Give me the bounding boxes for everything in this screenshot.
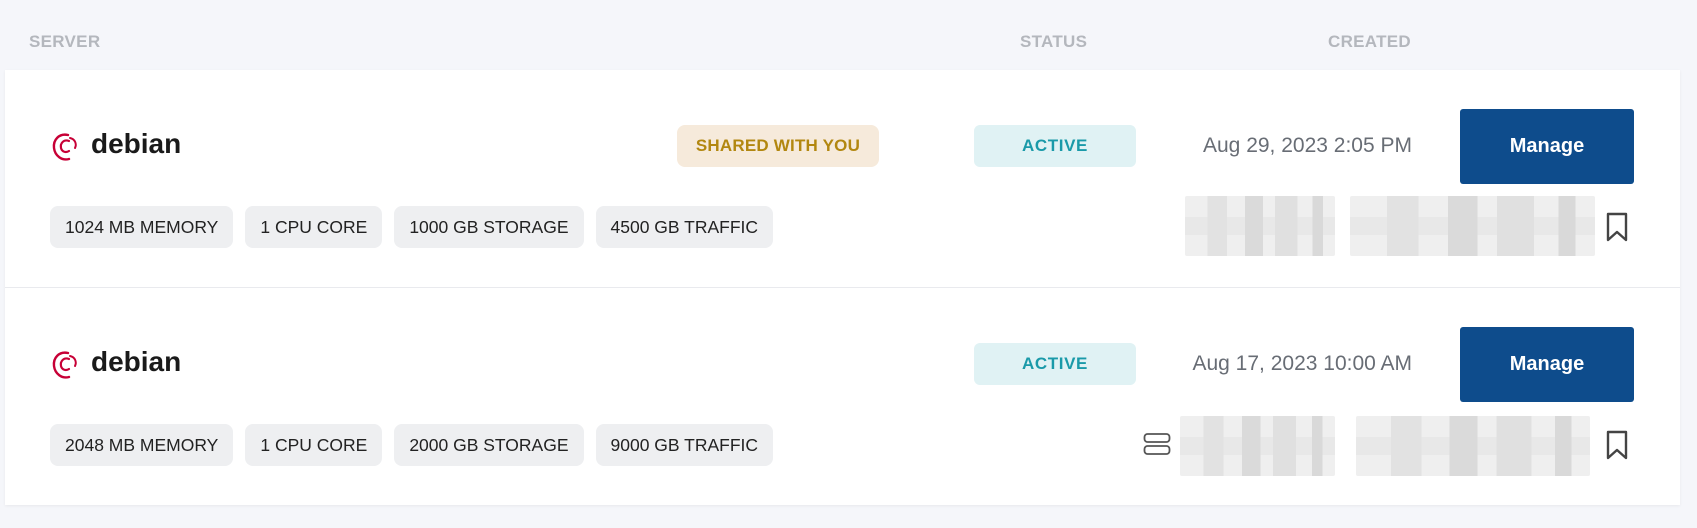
server-row: debian SHARED WITH YOU ACTIVE Aug 29, 20… (5, 70, 1680, 288)
redacted-ip-address (1180, 416, 1335, 476)
created-date: Aug 17, 2023 10:00 AM (1192, 352, 1412, 375)
spec-traffic: 9000 GB TRAFFIC (595, 424, 774, 466)
server-name[interactable]: debian (91, 346, 181, 378)
spec-memory: 2048 MB MEMORY (50, 424, 234, 466)
manage-button[interactable]: Manage (1460, 109, 1634, 184)
column-header-server: SERVER (29, 32, 101, 51)
bookmark-icon[interactable] (1605, 430, 1629, 460)
spec-traffic: 4500 GB TRAFFIC (595, 206, 774, 248)
manage-button[interactable]: Manage (1460, 327, 1634, 402)
server-list: debian SHARED WITH YOU ACTIVE Aug 29, 20… (5, 70, 1680, 505)
spec-list: 1024 MB MEMORY 1 CPU CORE 1000 GB STORAG… (50, 206, 774, 248)
column-header-status: STATUS (1020, 32, 1088, 51)
server-row: debian ACTIVE Aug 17, 2023 10:00 AM Mana… (5, 288, 1680, 506)
status-badge: ACTIVE (974, 343, 1136, 385)
server-name[interactable]: debian (91, 128, 181, 160)
spec-storage: 2000 GB STORAGE (394, 424, 584, 466)
table-header: SERVER STATUS CREATED (0, 0, 1697, 70)
redacted-hostname (1350, 196, 1595, 256)
column-header-created: CREATED (1328, 32, 1412, 51)
bookmark-icon[interactable] (1605, 212, 1629, 242)
spec-list: 2048 MB MEMORY 1 CPU CORE 2000 GB STORAG… (50, 424, 774, 466)
spec-storage: 1000 GB STORAGE (394, 206, 584, 248)
created-date: Aug 29, 2023 2:05 PM (1203, 134, 1412, 157)
status-badge: ACTIVE (974, 125, 1136, 167)
server-icon (1143, 433, 1171, 455)
spec-cpu: 1 CPU CORE (245, 206, 383, 248)
debian-swirl-icon (52, 351, 77, 379)
shared-badge: SHARED WITH YOU (677, 125, 879, 167)
redacted-hostname (1356, 416, 1590, 476)
spec-memory: 1024 MB MEMORY (50, 206, 234, 248)
spec-cpu: 1 CPU CORE (245, 424, 383, 466)
redacted-ip-address (1185, 196, 1335, 256)
debian-swirl-icon (52, 133, 77, 161)
